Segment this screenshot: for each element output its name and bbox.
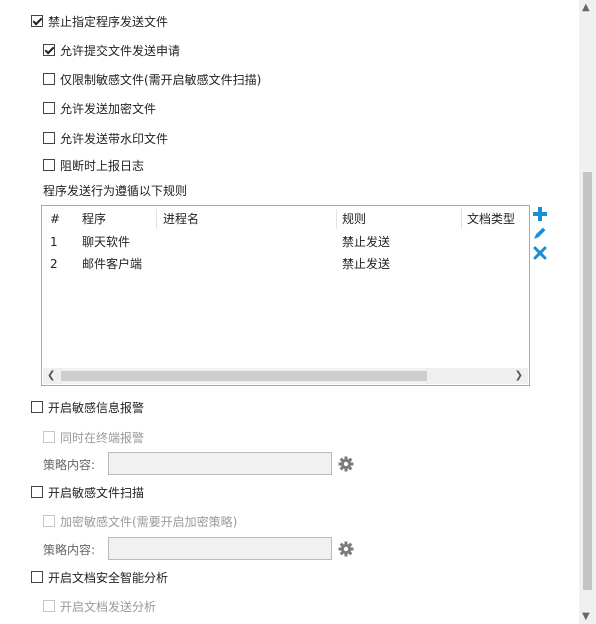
block-send-checkbox[interactable]: 禁止指定程序发送文件 [31, 12, 168, 30]
checkbox-unchecked[interactable] [43, 132, 55, 144]
scroll-left-arrow-icon[interactable]: ❮ [47, 369, 55, 383]
checkbox-unchecked[interactable] [31, 486, 43, 498]
column-divider[interactable] [461, 209, 462, 229]
alert-terminal-checkbox: 同时在终端报警 [43, 428, 144, 446]
send-analysis-checkbox: 开启文档发送分析 [43, 597, 156, 615]
scan-encrypt-label: 加密敏感文件(需要开启加密策略) [60, 514, 238, 529]
alert-enable-label: 开启敏感信息报警 [48, 400, 145, 415]
allow-watermark-label: 允许发送带水印文件 [60, 131, 169, 146]
checkbox-disabled [43, 600, 55, 612]
allow-submit-checkbox[interactable]: 允许提交文件发送申请 [43, 41, 180, 59]
only-sensitive-label: 仅限制敏感文件(需开启敏感文件扫描) [60, 72, 262, 87]
rules-table[interactable]: # 程序 进程名 规则 文档类型 1 聊天软件 禁止发送 2 邮件客户端 禁止发… [41, 205, 530, 386]
allow-watermark-checkbox[interactable]: 允许发送带水印文件 [43, 129, 168, 147]
smart-enable-checkbox[interactable]: 开启文档安全智能分析 [31, 568, 168, 586]
only-sensitive-checkbox[interactable]: 仅限制敏感文件(需开启敏感文件扫描) [43, 70, 261, 88]
smart-enable-label: 开启文档安全智能分析 [48, 570, 169, 585]
column-header-doctype[interactable]: 文档类型 [467, 211, 515, 227]
gear-icon[interactable] [338, 541, 354, 557]
column-header-index[interactable]: # [50, 211, 60, 227]
scan-policy-input[interactable] [108, 537, 332, 560]
scroll-up-arrow-icon[interactable]: ▲ [582, 2, 590, 13]
column-divider[interactable] [336, 209, 337, 229]
checkbox-unchecked[interactable] [43, 159, 55, 171]
alert-enable-checkbox[interactable]: 开启敏感信息报警 [31, 398, 144, 416]
vertical-scrollbar[interactable]: ▲ ▼ [579, 0, 596, 624]
allow-submit-label: 允许提交文件发送申请 [60, 43, 181, 58]
checkbox-unchecked[interactable] [31, 571, 43, 583]
scan-enable-checkbox[interactable]: 开启敏感文件扫描 [31, 483, 144, 501]
pencil-icon[interactable] [532, 225, 548, 241]
gear-icon[interactable] [338, 456, 354, 472]
row-index: 1 [50, 235, 58, 249]
scroll-right-arrow-icon[interactable]: ❯ [515, 369, 523, 383]
checkbox-checked[interactable] [43, 44, 55, 56]
row-program: 邮件客户端 [82, 257, 143, 271]
row-rule: 禁止发送 [342, 235, 391, 249]
row-index: 2 [50, 257, 58, 271]
checkbox-unchecked[interactable] [43, 73, 55, 85]
column-header-rule[interactable]: 规则 [342, 211, 366, 227]
horizontal-scrollbar[interactable]: ❮ ❯ [43, 368, 528, 384]
column-divider[interactable] [156, 209, 157, 229]
vertical-scroll-thumb[interactable] [583, 172, 592, 590]
report-log-label: 阻断时上报日志 [60, 158, 145, 173]
report-log-checkbox[interactable]: 阻断时上报日志 [43, 156, 144, 174]
x-icon[interactable] [532, 245, 548, 261]
scan-enable-label: 开启敏感文件扫描 [48, 485, 145, 500]
checkbox-checked[interactable] [31, 15, 43, 27]
scan-policy-label: 策略内容: [43, 542, 96, 557]
send-analysis-label: 开启文档发送分析 [60, 599, 157, 614]
checkbox-disabled [43, 431, 55, 443]
alert-policy-label: 策略内容: [43, 457, 96, 472]
row-rule: 禁止发送 [342, 257, 391, 271]
allow-encrypted-checkbox[interactable]: 允许发送加密文件 [43, 99, 156, 117]
scan-encrypt-checkbox: 加密敏感文件(需要开启加密策略) [43, 512, 237, 530]
block-send-label: 禁止指定程序发送文件 [48, 14, 169, 29]
rules-caption: 程序发送行为遵循以下规则 [43, 183, 188, 198]
column-header-program[interactable]: 程序 [82, 211, 106, 227]
row-program: 聊天软件 [82, 235, 131, 249]
alert-terminal-label: 同时在终端报警 [60, 430, 145, 445]
horizontal-scroll-thumb[interactable] [61, 371, 427, 381]
allow-encrypted-label: 允许发送加密文件 [60, 101, 157, 116]
checkbox-unchecked[interactable] [31, 401, 43, 413]
scroll-down-arrow-icon[interactable]: ▼ [582, 611, 590, 622]
checkbox-unchecked[interactable] [43, 102, 55, 114]
checkbox-disabled [43, 515, 55, 527]
plus-icon[interactable] [532, 206, 548, 222]
alert-policy-input[interactable] [108, 452, 332, 475]
column-header-process[interactable]: 进程名 [163, 211, 199, 227]
